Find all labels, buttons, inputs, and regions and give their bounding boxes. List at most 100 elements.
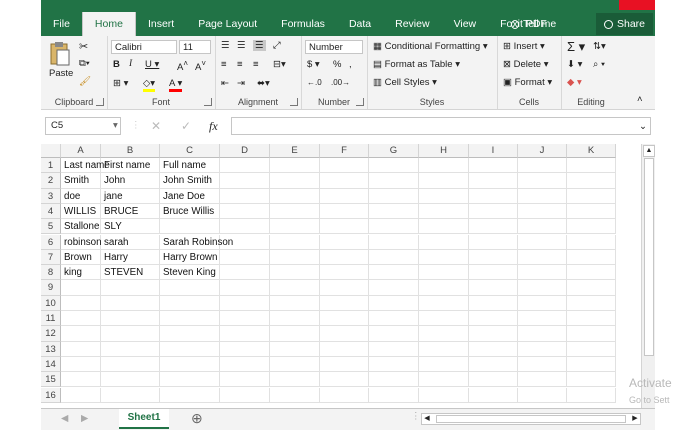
cell-b2[interactable]: John bbox=[101, 173, 160, 189]
scroll-sheets-right-icon[interactable]: ▶ bbox=[81, 413, 88, 424]
cell-c2[interactable]: John Smith bbox=[160, 173, 220, 189]
cell-styles-button[interactable]: ▥ Cell Styles ▾ bbox=[373, 77, 437, 88]
cell-g6[interactable] bbox=[369, 234, 419, 250]
cell-a13[interactable] bbox=[61, 341, 101, 357]
cell-a15[interactable] bbox=[61, 372, 101, 388]
cell-f13[interactable] bbox=[320, 341, 369, 357]
insert-function-button[interactable]: fx bbox=[209, 119, 218, 134]
horizontal-scroll-thumb[interactable] bbox=[436, 415, 626, 423]
cell-i11[interactable] bbox=[469, 311, 518, 327]
cell-b11[interactable] bbox=[101, 311, 160, 327]
cell-h9[interactable] bbox=[419, 280, 469, 296]
cell-g1[interactable] bbox=[369, 158, 419, 174]
cell-c16[interactable] bbox=[160, 387, 220, 403]
cell-f1[interactable] bbox=[320, 158, 369, 174]
cell-f3[interactable] bbox=[320, 188, 369, 204]
cell-d11[interactable] bbox=[220, 311, 270, 327]
cell-k12[interactable] bbox=[567, 326, 616, 342]
underline-button[interactable]: U ▾ bbox=[145, 59, 159, 70]
cell-c13[interactable] bbox=[160, 341, 220, 357]
column-header-a[interactable]: A bbox=[61, 144, 101, 158]
orientation-icon[interactable]: ⤢ bbox=[273, 40, 281, 51]
cell-c8[interactable]: Steven King bbox=[160, 265, 220, 281]
font-size-select[interactable]: 11 bbox=[179, 40, 211, 54]
align-right-icon[interactable]: ≡ bbox=[253, 59, 259, 70]
cell-e12[interactable] bbox=[270, 326, 320, 342]
cell-j3[interactable] bbox=[518, 188, 567, 204]
alignment-dialog-launcher[interactable] bbox=[290, 98, 298, 106]
cell-f8[interactable] bbox=[320, 265, 369, 281]
format-painter-icon[interactable]: 🖌 bbox=[79, 76, 91, 87]
cell-e7[interactable] bbox=[270, 249, 320, 266]
vertical-scrollbar[interactable]: ▲ bbox=[641, 144, 655, 408]
row-header-8[interactable]: 8 bbox=[41, 265, 61, 281]
cell-k14[interactable] bbox=[567, 356, 616, 373]
font-dialog-launcher[interactable] bbox=[204, 98, 212, 106]
column-header-d[interactable]: D bbox=[220, 144, 270, 158]
cell-d9[interactable] bbox=[220, 280, 270, 296]
cell-k13[interactable] bbox=[567, 341, 616, 357]
formula-input[interactable] bbox=[231, 117, 651, 135]
column-header-k[interactable]: K bbox=[567, 144, 616, 158]
cell-a11[interactable] bbox=[61, 311, 101, 327]
cell-j16[interactable] bbox=[518, 387, 567, 403]
cell-h13[interactable] bbox=[419, 341, 469, 357]
format-as-table-button[interactable]: ▤ Format as Table ▾ bbox=[373, 59, 460, 70]
cell-d1[interactable] bbox=[220, 158, 270, 174]
cell-k5[interactable] bbox=[567, 219, 616, 235]
cell-d12[interactable] bbox=[220, 326, 270, 342]
name-box-dropdown-icon[interactable]: ▾ bbox=[113, 120, 118, 131]
cell-c14[interactable] bbox=[160, 356, 220, 373]
cell-i1[interactable] bbox=[469, 158, 518, 174]
cell-i4[interactable] bbox=[469, 203, 518, 220]
paste-label[interactable]: Paste bbox=[49, 68, 73, 79]
middle-align-icon[interactable]: ☰ bbox=[237, 40, 246, 51]
cell-k1[interactable] bbox=[567, 158, 616, 174]
cell-b15[interactable] bbox=[101, 372, 160, 388]
cell-a16[interactable] bbox=[61, 387, 101, 403]
cell-k15[interactable] bbox=[567, 372, 616, 388]
close-button[interactable] bbox=[619, 0, 655, 10]
cell-g7[interactable] bbox=[369, 249, 419, 266]
borders-icon[interactable]: ⊞ ▾ bbox=[113, 78, 128, 89]
cell-d16[interactable] bbox=[220, 387, 270, 403]
cell-d7[interactable] bbox=[220, 249, 270, 266]
cell-a4[interactable]: WILLIS bbox=[61, 203, 101, 220]
cell-a14[interactable] bbox=[61, 356, 101, 373]
tab-insert[interactable]: Insert bbox=[136, 12, 186, 36]
row-header-15[interactable]: 15 bbox=[41, 372, 61, 388]
align-center-icon[interactable]: ≡ bbox=[237, 59, 243, 70]
cell-c1[interactable]: Full name bbox=[160, 158, 220, 174]
bold-button[interactable]: B bbox=[113, 59, 120, 70]
bottom-align-icon[interactable]: ☰ bbox=[253, 40, 266, 51]
row-header-2[interactable]: 2 bbox=[41, 173, 61, 189]
cell-b4[interactable]: BRUCE bbox=[101, 203, 160, 220]
cell-f4[interactable] bbox=[320, 203, 369, 220]
cell-h8[interactable] bbox=[419, 265, 469, 281]
cell-j5[interactable] bbox=[518, 219, 567, 235]
cell-k16[interactable] bbox=[567, 387, 616, 403]
new-sheet-icon[interactable]: ⊕ bbox=[191, 410, 203, 427]
sort-filter-icon[interactable]: ⇅▾ bbox=[593, 41, 606, 52]
cell-h6[interactable] bbox=[419, 234, 469, 250]
cell-f6[interactable] bbox=[320, 234, 369, 250]
row-header-13[interactable]: 13 bbox=[41, 341, 61, 357]
grow-font-button[interactable]: A˄ bbox=[177, 59, 188, 73]
tab-formulas[interactable]: Formulas bbox=[269, 12, 337, 36]
cell-d14[interactable] bbox=[220, 356, 270, 373]
cell-h1[interactable] bbox=[419, 158, 469, 174]
clear-icon[interactable]: ◆ ▾ bbox=[567, 77, 582, 88]
decrease-indent-icon[interactable]: ⇤ bbox=[221, 78, 229, 89]
cell-b12[interactable] bbox=[101, 326, 160, 342]
tab-splitter-icon[interactable]: ⋮ bbox=[411, 411, 421, 422]
cell-a6[interactable]: robinson bbox=[61, 234, 102, 250]
cell-g10[interactable] bbox=[369, 295, 419, 311]
tell-me-box[interactable]: Tell me bbox=[511, 12, 556, 36]
cell-a1[interactable]: Last name bbox=[61, 158, 110, 174]
cell-j8[interactable] bbox=[518, 265, 567, 281]
percent-button[interactable]: % bbox=[333, 59, 341, 70]
horizontal-scrollbar[interactable]: ◀ ▶ bbox=[421, 413, 641, 425]
row-header-6[interactable]: 6 bbox=[41, 234, 61, 250]
cell-e6[interactable] bbox=[270, 234, 320, 250]
tab-page-layout[interactable]: Page Layout bbox=[186, 12, 269, 36]
